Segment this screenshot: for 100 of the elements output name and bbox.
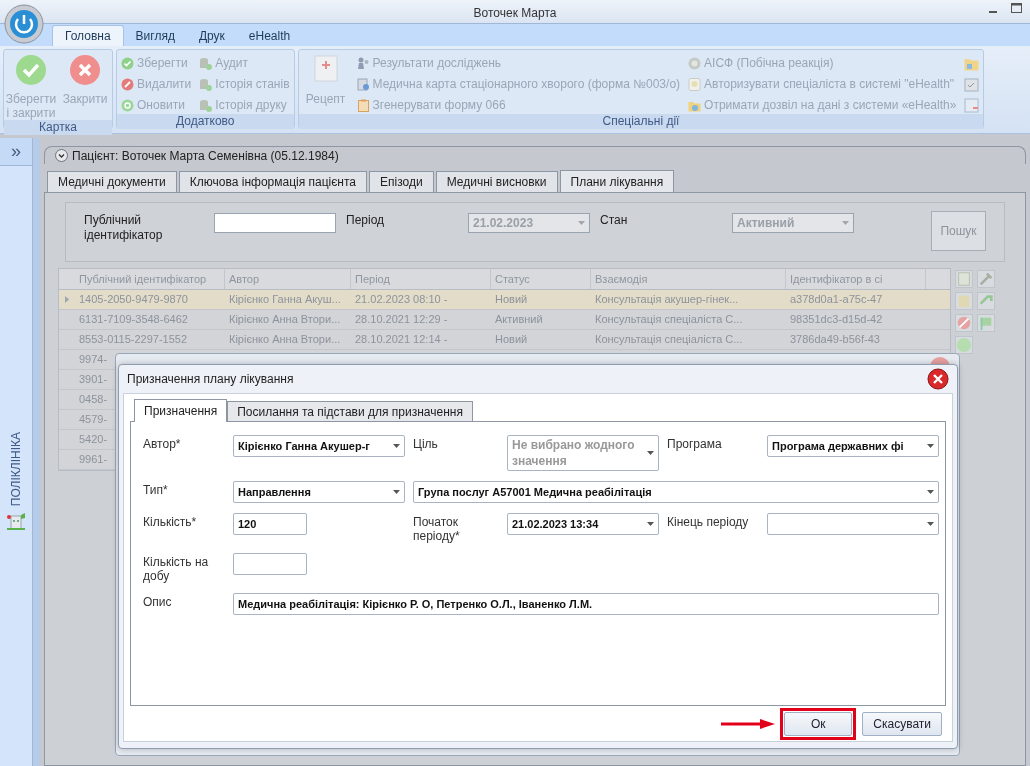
database-icon xyxy=(199,56,213,70)
column-header[interactable]: Статус xyxy=(491,269,591,289)
maximize-icon xyxy=(1011,3,1022,14)
table-cell-text: Консультація спеціаліста С... xyxy=(594,312,744,328)
document-icon xyxy=(955,270,973,288)
calendar-icon xyxy=(964,77,980,92)
sidebar-label[interactable]: ПОЛІКЛІНІКА xyxy=(7,431,25,507)
table-cell-text: Консультація спеціаліста С... xyxy=(594,332,744,348)
table-cell-text: Новий xyxy=(494,292,529,308)
patient-name: Пацієнт: Воточек Марта Семенівна (05.12.1984) xyxy=(72,147,339,165)
ribbon-item[interactable]: Авторизувати спеціаліста в системі "eHealth" xyxy=(704,75,955,93)
table-cell-text: Консультація акушер-гінек... xyxy=(594,292,740,308)
ribbon-item[interactable]: Історія станів xyxy=(215,75,290,93)
field-label: Публічний ідентифікатор xyxy=(84,213,164,243)
tab[interactable]: Плани лікування xyxy=(559,170,675,192)
chart-document-icon xyxy=(356,77,370,91)
column-header[interactable]: Взаємодія xyxy=(591,269,786,289)
dropdown-field[interactable]: Кірієнко Ганна Акушер-г xyxy=(233,435,405,457)
tab[interactable]: Посилання та підстави для призначення xyxy=(227,401,473,421)
ribbon-tab[interactable]: Вигляд xyxy=(123,25,187,46)
table-cell-text: 0458- xyxy=(78,392,109,408)
hospital-icon xyxy=(6,512,26,531)
search-button[interactable]: Пошук xyxy=(931,211,986,251)
tab[interactable]: Призначення xyxy=(134,399,228,422)
ribbon-item[interactable]: Згенерувати форму 066 xyxy=(372,96,506,114)
input-field[interactable] xyxy=(233,553,307,575)
caret-icon xyxy=(842,221,849,225)
ribbon-button[interactable]: Рецепт xyxy=(302,54,349,106)
people-icon xyxy=(356,56,370,70)
row-indicator-icon xyxy=(65,296,69,303)
tab[interactable]: Епізоди xyxy=(369,171,434,192)
dropdown-field[interactable]: Направлення xyxy=(233,481,405,503)
table-cell-text: 8553-0115-2297-1552 xyxy=(78,332,189,348)
field-label: Автор* xyxy=(143,436,182,453)
ribbon-item[interactable]: Зберегти xyxy=(137,54,188,72)
field-label: Кінець періоду xyxy=(667,514,750,531)
book-icon xyxy=(955,292,973,310)
table-cell-text: 4579- xyxy=(78,412,109,428)
tab[interactable]: Медичні документи xyxy=(47,171,177,192)
caret-icon xyxy=(927,522,934,526)
table-cell-text: Активний xyxy=(494,312,544,328)
caret-icon xyxy=(578,221,585,225)
table-cell-text: 21.02.2023 08:10 - xyxy=(354,292,449,308)
form-icon xyxy=(964,98,980,113)
dropdown-field[interactable]: Група послуг А57001 Медична реабілітація xyxy=(413,481,939,503)
ribbon-item[interactable]: Результати досліджень xyxy=(372,54,502,72)
database-icon xyxy=(199,98,213,112)
ribbon-item[interactable]: Аудит xyxy=(215,54,248,72)
group-title: Спеціальні дії xyxy=(298,114,984,129)
tab[interactable]: Медичні висновки xyxy=(435,171,558,192)
tab[interactable]: Ключова інформація пацієнта xyxy=(178,171,368,192)
refresh-icon xyxy=(121,98,134,112)
caret-icon xyxy=(927,490,934,494)
input-field[interactable]: 120 xyxy=(233,513,307,535)
column-header[interactable]: Публічний ідентифікатор xyxy=(75,269,225,289)
field-label: Програма xyxy=(667,436,723,453)
input-field[interactable] xyxy=(214,213,336,233)
table-row[interactable]: 1405-2050-9479-9870 Кірієнко Ганна Акуш... 21.02.2023 08:10 - Новий Консультація акушер-гінек... a378d0a1-a75c-47 xyxy=(59,290,950,310)
ribbon-item[interactable]: Історія друку xyxy=(215,96,287,114)
emblem-icon xyxy=(688,56,702,70)
ribbon-tab[interactable]: Друк xyxy=(186,25,237,46)
ribbon-tab[interactable]: eHealth xyxy=(236,25,303,46)
ribbon-item[interactable]: АІСФ (Побічна реакція) xyxy=(704,54,834,72)
table-cell-text: 9961- xyxy=(78,452,109,468)
field-label: Ціль xyxy=(413,436,439,453)
ribbon-tab[interactable]: Головна xyxy=(52,25,124,46)
button[interactable]: Скасувати xyxy=(862,711,942,736)
group-title: Додатково xyxy=(117,114,294,129)
dropdown-field[interactable] xyxy=(767,513,939,535)
dropdown-field[interactable]: 21.02.2023 xyxy=(468,213,590,233)
button[interactable]: Ок xyxy=(784,711,853,736)
column-header[interactable]: Автор xyxy=(225,269,351,289)
ribbon-item[interactable]: Оновити xyxy=(137,96,185,114)
app-menu-button[interactable] xyxy=(4,4,44,44)
dropdown-field[interactable]: 21.02.2023 13:34 xyxy=(507,513,659,535)
dropdown-field[interactable]: Не вибрано жодного значення xyxy=(507,435,659,471)
field-label: Кількість на добу xyxy=(143,554,210,583)
table-cell-text: Кірієнко Ганна Акуш... xyxy=(228,292,342,308)
ribbon-item[interactable]: Медична карта стаціонарного хворого (форма №003/о) xyxy=(372,75,681,93)
table-cell-text: Новий xyxy=(494,332,529,348)
input-field[interactable]: Медична реабілітація: Кірієнко Р. О, Петренко О.Л., Іваненко Л.М. xyxy=(233,593,939,615)
circle-icon xyxy=(955,336,973,354)
field-label: Опис xyxy=(143,594,173,611)
column-header[interactable]: Ідентифікатор в сі xyxy=(786,269,926,289)
table-cell-text: 28.10.2021 12:29 - xyxy=(354,312,449,328)
dropdown-field[interactable]: Активний xyxy=(732,213,854,233)
table-cell-text: 3786da49-b56f-43 xyxy=(789,332,881,348)
ribbon-item[interactable]: Отримати дозвіл на дані з системи «eHealth» xyxy=(704,96,957,114)
caret-icon xyxy=(393,490,400,494)
check-icon xyxy=(121,56,134,70)
column-header[interactable]: Період xyxy=(351,269,491,289)
minimize-icon xyxy=(989,10,997,13)
expand-button[interactable]: » xyxy=(0,138,32,166)
table-cell-text: a378d0a1-a75c-47 xyxy=(789,292,884,308)
table-cell-text: 5420- xyxy=(78,432,109,448)
ribbon-button[interactable]: Закрити xyxy=(62,54,108,106)
dropdown-field[interactable]: Програма державних фі xyxy=(767,435,939,457)
caret-icon xyxy=(647,522,654,526)
ribbon-item[interactable]: Видалити xyxy=(137,75,192,93)
folder-lock-icon xyxy=(964,56,980,71)
